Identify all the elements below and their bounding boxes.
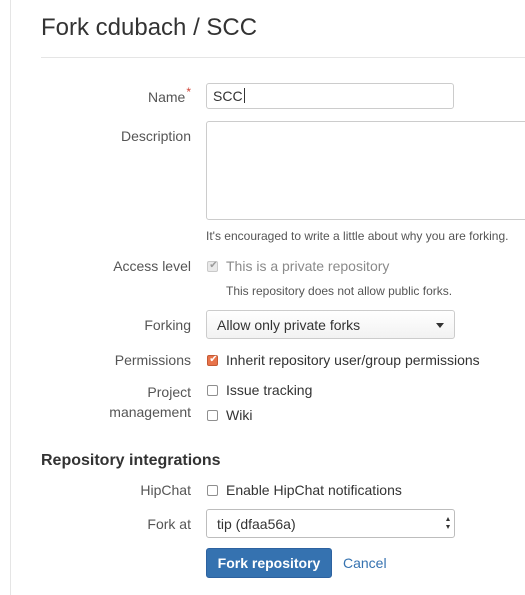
title-divider bbox=[41, 57, 525, 58]
name-input-value: SCC bbox=[213, 88, 243, 104]
project-management-label-line1: Project bbox=[147, 384, 191, 400]
inherit-permissions-checkbox[interactable]: ✔ bbox=[207, 353, 218, 366]
hipchat-notifications-label: Enable HipChat notifications bbox=[226, 482, 402, 498]
required-marker: * bbox=[186, 85, 191, 99]
permissions-label: Permissions bbox=[114, 352, 191, 368]
fork-repository-button[interactable]: Fork repository bbox=[206, 548, 332, 578]
private-repository-checkbox[interactable]: ✔ bbox=[207, 259, 218, 272]
issue-tracking-label: Issue tracking bbox=[226, 382, 313, 398]
text-caret bbox=[243, 88, 245, 103]
private-repository-label: This is a private repository bbox=[226, 258, 390, 274]
description-help: It's encouraged to write a little about … bbox=[206, 229, 509, 243]
name-label: Name* bbox=[147, 85, 191, 105]
access-level-label: Access level bbox=[113, 258, 191, 274]
inherit-permissions-row: ✔ Inherit repository user/group permissi… bbox=[207, 351, 480, 369]
project-management-label-line2: management bbox=[109, 404, 191, 420]
integrations-heading: Repository integrations bbox=[41, 452, 221, 469]
wiki-row: Wiki bbox=[207, 406, 252, 424]
forking-select[interactable]: Allow only private forks bbox=[206, 310, 455, 339]
left-border bbox=[10, 0, 11, 595]
description-textarea[interactable] bbox=[206, 121, 525, 220]
fork-at-label: Fork at bbox=[147, 516, 191, 532]
forking-selected-value: Allow only private forks bbox=[217, 317, 361, 333]
fork-at-selected-value: tip (dfaa56a) bbox=[217, 516, 296, 532]
hipchat-row: Enable HipChat notifications bbox=[207, 481, 402, 499]
hipchat-checkbox[interactable] bbox=[207, 484, 218, 496]
inherit-permissions-label: Inherit repository user/group permission… bbox=[226, 352, 480, 368]
project-management-label: Project management bbox=[109, 382, 191, 422]
hipchat-label: HipChat bbox=[140, 482, 191, 498]
access-level-help: This repository does not allow public fo… bbox=[226, 284, 453, 298]
forking-label: Forking bbox=[144, 317, 191, 333]
select-spinner-icon bbox=[446, 517, 451, 531]
description-label: Description bbox=[120, 128, 191, 144]
name-label-text: Name bbox=[147, 89, 186, 105]
checkmark-icon: ✔ bbox=[209, 353, 218, 365]
issue-tracking-row: Issue tracking bbox=[207, 381, 312, 399]
wiki-checkbox[interactable] bbox=[207, 409, 218, 421]
name-input[interactable]: SCC bbox=[206, 83, 454, 109]
wiki-label: Wiki bbox=[226, 407, 253, 423]
checkmark-icon: ✔ bbox=[209, 259, 218, 271]
cancel-link[interactable]: Cancel bbox=[343, 555, 387, 571]
page-title: Fork cdubach / SCC bbox=[41, 14, 258, 41]
private-repository-row: ✔ This is a private repository bbox=[207, 257, 389, 275]
fork-at-select[interactable]: tip (dfaa56a) bbox=[206, 509, 455, 538]
chevron-down-icon bbox=[436, 323, 444, 328]
issue-tracking-checkbox[interactable] bbox=[207, 384, 218, 396]
